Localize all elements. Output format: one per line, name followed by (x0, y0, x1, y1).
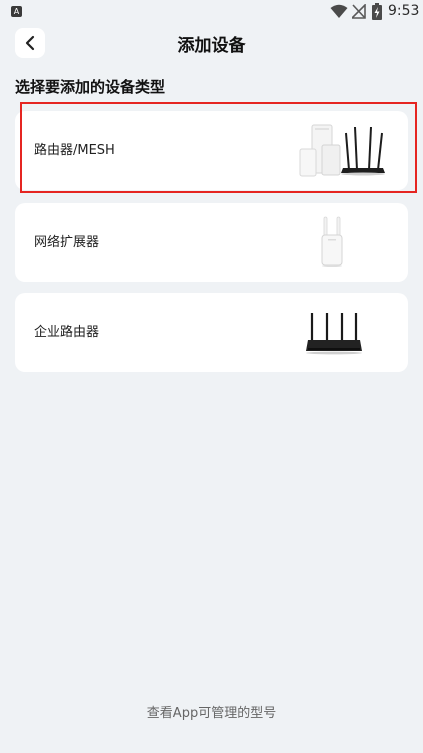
device-label: 路由器/MESH (34, 143, 115, 158)
status-bar: A 9:53 (0, 0, 423, 24)
device-card-router-mesh[interactable]: 路由器/MESH (15, 111, 408, 190)
device-label: 企业路由器 (34, 325, 100, 340)
range-extender-image (321, 216, 343, 267)
device-card-enterprise-router[interactable]: 企业路由器 (15, 293, 408, 372)
router-mesh-image (299, 124, 385, 177)
enterprise-router-image (306, 313, 362, 355)
section-title: 选择要添加的设备类型 (15, 78, 166, 96)
app-notification-icon: A (11, 6, 22, 17)
signal-icon (352, 4, 366, 19)
status-time: 9:53 (388, 3, 420, 19)
device-card-range-extender[interactable]: 网络扩展器 (15, 203, 408, 282)
page-title: 添加设备 (177, 36, 246, 56)
battery-charging-icon (372, 3, 382, 20)
wifi-icon (330, 4, 348, 18)
device-label: 网络扩展器 (34, 235, 100, 250)
supported-models-link[interactable]: 查看App可管理的型号 (0, 702, 423, 721)
